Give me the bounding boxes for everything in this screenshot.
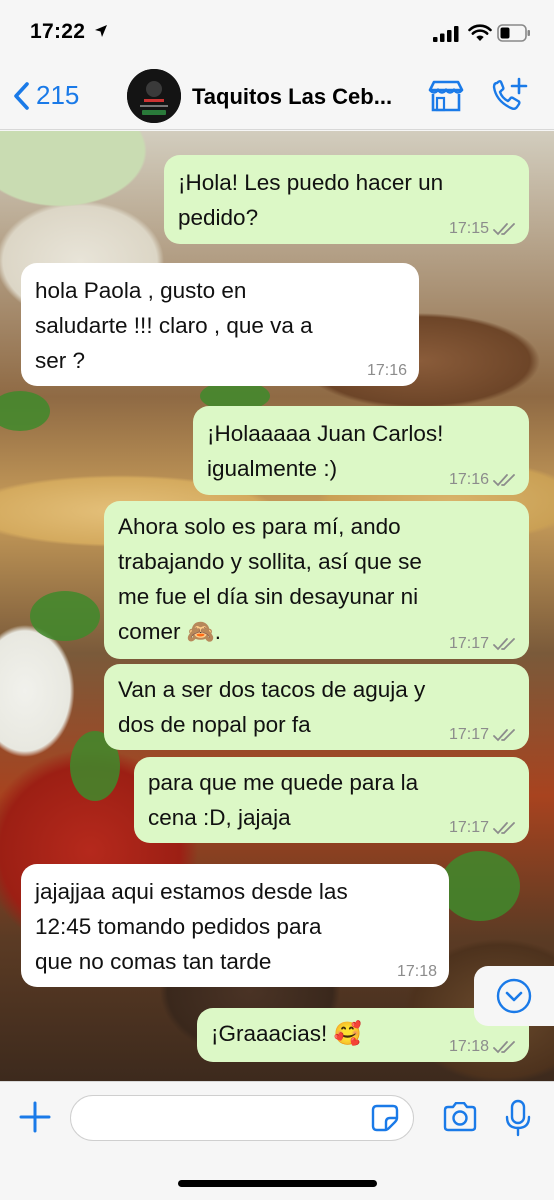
message-meta: 17:17 xyxy=(449,820,517,836)
chevron-left-icon xyxy=(14,81,29,110)
chevron-down-circle-icon xyxy=(496,978,532,1014)
read-receipt-icon xyxy=(493,638,515,651)
home-indicator xyxy=(178,1180,377,1187)
chat-header: 215 Taquitos Las Ceb... xyxy=(0,62,554,130)
message-bubble-incoming[interactable]: jajajjaa aqui estamos desde las 12:45 to… xyxy=(21,864,449,987)
wifi-icon xyxy=(468,24,492,41)
message-input[interactable] xyxy=(70,1095,414,1141)
message-time: 17:18 xyxy=(448,1038,489,1055)
message-time: 17:16 xyxy=(448,471,489,488)
status-bar: 17:22 xyxy=(0,0,554,62)
background-decoration xyxy=(440,851,520,921)
message-bubble-outgoing[interactable]: ¡Holaaaaa Juan Carlos! igualmente :) 17:… xyxy=(193,406,529,495)
message-composer xyxy=(0,1081,554,1200)
message-text: jajajjaa aqui estamos desde las 12:45 to… xyxy=(35,879,348,974)
cellular-signal-icon xyxy=(433,26,459,42)
plus-icon[interactable] xyxy=(18,1100,52,1134)
status-time: 17:22 xyxy=(30,20,86,43)
read-receipt-icon xyxy=(493,822,515,835)
battery-icon xyxy=(497,24,530,42)
avatar-image xyxy=(127,69,181,123)
microphone-icon[interactable] xyxy=(505,1099,531,1137)
message-time: 17:17 xyxy=(448,726,489,743)
message-bubble-incoming[interactable]: hola Paola , gusto en saludarte !!! clar… xyxy=(21,263,419,386)
message-time: 17:18 xyxy=(396,963,437,980)
contact-avatar[interactable] xyxy=(127,69,181,123)
message-meta: 17:15 xyxy=(449,221,517,237)
message-time: 17:17 xyxy=(448,819,489,836)
contact-name[interactable]: Taquitos Las Ceb... xyxy=(192,84,422,110)
message-bubble-outgoing[interactable]: ¡Hola! Les puedo hacer un pedido? 17:15 xyxy=(164,155,529,244)
message-meta: 17:18 xyxy=(397,964,437,980)
message-bubble-outgoing[interactable]: Van a ser dos tacos de aguja y dos de no… xyxy=(104,664,529,750)
message-bubble-outgoing[interactable]: para que me quede para la cena :D, jajaj… xyxy=(134,757,529,843)
message-meta: 17:18 xyxy=(449,1039,517,1055)
message-text: hola Paola , gusto en saludarte !!! clar… xyxy=(35,278,313,373)
read-receipt-icon xyxy=(493,474,515,487)
read-receipt-icon xyxy=(493,729,515,742)
message-time: 17:17 xyxy=(448,635,489,652)
message-text: Ahora solo es para mí, ando trabajando y… xyxy=(118,514,422,644)
read-receipt-icon xyxy=(493,223,515,236)
background-decoration xyxy=(30,591,100,641)
back-button[interactable]: 215 xyxy=(12,80,79,111)
message-bubble-outgoing[interactable]: Ahora solo es para mí, ando trabajando y… xyxy=(104,501,529,659)
camera-icon[interactable] xyxy=(442,1102,478,1132)
chat-area[interactable]: ¡Hola! Les puedo hacer un pedido? 17:15 … xyxy=(0,131,554,1081)
location-arrow-icon xyxy=(95,25,107,37)
message-meta: 17:17 xyxy=(449,727,517,743)
background-decoration xyxy=(0,391,50,431)
message-time: 17:15 xyxy=(448,220,489,237)
store-icon[interactable] xyxy=(427,80,465,112)
message-meta: 17:16 xyxy=(367,363,407,379)
message-meta: 17:16 xyxy=(449,472,517,488)
phone-add-icon[interactable] xyxy=(491,77,529,113)
message-time: 17:16 xyxy=(366,362,407,379)
sticker-icon[interactable] xyxy=(371,1104,399,1132)
scroll-to-bottom-button[interactable] xyxy=(474,966,554,1026)
read-receipt-icon xyxy=(493,1041,515,1054)
unread-count: 215 xyxy=(36,80,80,110)
message-meta: 17:17 xyxy=(449,636,517,652)
